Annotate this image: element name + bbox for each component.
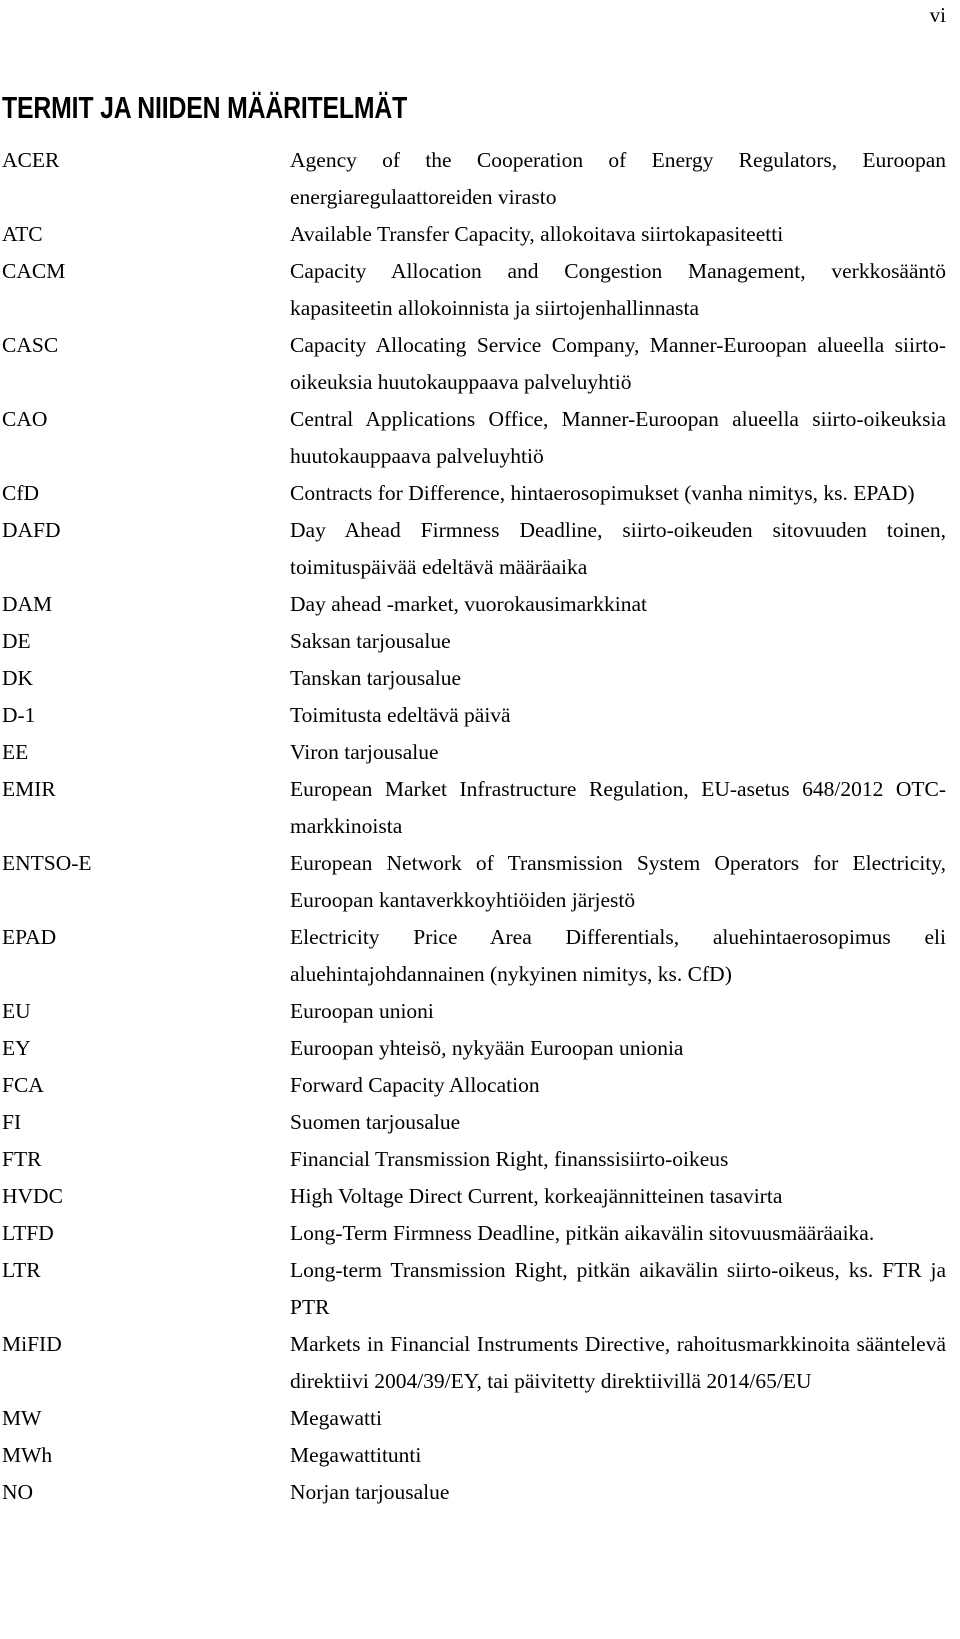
glossary-definition: Central Applications Office, Manner-Euro… [290, 407, 946, 468]
glossary-entry: CASC Capacity Allocating Service Company,… [2, 327, 946, 401]
glossary-term: HVDC [2, 1184, 63, 1208]
glossary-entry: CACM Capacity Allocation and Congestion M… [2, 253, 946, 327]
glossary-definition: Euroopan unioni [290, 999, 434, 1023]
glossary-term: D-1 [2, 703, 36, 727]
glossary-entry: DE Saksan tarjousalue [2, 623, 946, 660]
glossary-definition: Electricity Price Area Differentials, al… [290, 925, 946, 986]
glossary-term: NO [2, 1480, 34, 1504]
glossary-definition: Financial Transmission Right, finanssisi… [290, 1147, 729, 1171]
glossary-entry: EY Euroopan yhteisö, nykyään Euroopan uni… [2, 1030, 946, 1067]
glossary-entry: LTFD Long-Term Firmness Deadline, pitkän … [2, 1215, 946, 1252]
glossary-term: ACER [2, 148, 60, 172]
glossary-term: MW [2, 1406, 42, 1430]
glossary-definition: Viron tarjousalue [290, 740, 439, 764]
glossary-entry: ENTSO-E European Network of Transmission … [2, 845, 946, 919]
glossary-term: DK [2, 666, 34, 690]
glossary-entry: MW Megawatti [2, 1400, 946, 1437]
glossary-term: EMIR [2, 777, 56, 801]
glossary-entry: HVDC High Voltage Direct Current, korkeaj… [2, 1178, 946, 1215]
glossary-definition: Toimitusta edeltävä päivä [290, 703, 511, 727]
glossary-definition: Agency of the Cooperation of Energy Regu… [290, 148, 946, 209]
glossary-term: EPAD [2, 925, 57, 949]
glossary-entry: EMIR European Market Infrastructure Regul… [2, 771, 946, 845]
page-number: vi [929, 3, 946, 27]
glossary-definition: Saksan tarjousalue [290, 629, 451, 653]
glossary-term: CACM [2, 259, 66, 283]
glossary-term: ENTSO-E [2, 851, 92, 875]
glossary-definition: Megawatti [290, 1406, 382, 1430]
glossary-entry: CfD Contracts for Difference, hintaerosop… [2, 475, 946, 512]
glossary-entry: DK Tanskan tarjousalue [2, 660, 946, 697]
glossary-definition: Contracts for Difference, hintaerosopimu… [290, 481, 915, 505]
glossary-entry: EE Viron tarjousalue [2, 734, 946, 771]
glossary-term: EY [2, 1036, 31, 1060]
glossary-term: EU [2, 999, 31, 1023]
glossary-entry: NO Norjan tarjousalue [2, 1474, 946, 1511]
glossary-entry: EU Euroopan unioni [2, 993, 946, 1030]
glossary-entry: CAO Central Applications Office, Manner-E… [2, 401, 946, 475]
glossary-definition: Day ahead -market, vuorokausimarkkinat [290, 592, 648, 616]
glossary-entry: DAM Day ahead -market, vuorokausimarkkina… [2, 586, 946, 623]
glossary-definition: Capacity Allocating Service Company, Man… [290, 333, 946, 394]
glossary-definition: Available Transfer Capacity, allokoitava… [290, 222, 784, 246]
glossary-entry: EPAD Electricity Price Area Differentials… [2, 919, 946, 993]
glossary-term: CASC [2, 333, 59, 357]
glossary-definition: Euroopan yhteisö, nykyään Euroopan union… [290, 1036, 684, 1060]
glossary-entry: ACER Agency of the Cooperation of Energy … [2, 142, 946, 216]
glossary-definition: Tanskan tarjousalue [290, 666, 462, 690]
glossary-term: CAO [2, 407, 48, 431]
glossary-definition: European Network of Transmission System … [290, 851, 946, 912]
glossary-term: MWh [2, 1443, 53, 1467]
glossary-definition: Long-Term Firmness Deadline, pitkän aika… [290, 1221, 875, 1245]
glossary-definition: Capacity Allocation and Congestion Manag… [290, 259, 946, 320]
glossary-entry: MiFID Markets in Financial Instruments Di… [2, 1326, 946, 1400]
glossary-entry: DAFD Day Ahead Firmness Deadline, siirto-… [2, 512, 946, 586]
glossary-definition: Norjan tarjousalue [290, 1480, 450, 1504]
glossary-term: LTR [2, 1258, 41, 1282]
page-title: TERMIT JA NIIDEN MÄÄRITELMÄT [2, 89, 408, 125]
glossary-definition: Forward Capacity Allocation [290, 1073, 540, 1097]
glossary-definition: High Voltage Direct Current, korkeajänni… [290, 1184, 783, 1208]
glossary-term: LTFD [2, 1221, 54, 1245]
glossary-entry: D-1 Toimitusta edeltävä päivä [2, 697, 946, 734]
glossary-entry: FTR Financial Transmission Right, finanss… [2, 1141, 946, 1178]
glossary-entry: ATC Available Transfer Capacity, allokoit… [2, 216, 946, 253]
glossary-term: ATC [2, 222, 43, 246]
glossary-definition: Megawattitunti [290, 1443, 422, 1467]
document-page: vi TERMIT JA NIIDEN MÄÄRITELMÄT ACER Agen… [0, 0, 960, 1639]
glossary-term: CfD [2, 481, 40, 505]
glossary-term: EE [2, 740, 29, 764]
glossary-term: DAM [2, 592, 53, 616]
glossary-term: FI [2, 1110, 22, 1134]
glossary-term: DAFD [2, 518, 61, 542]
glossary-entry: MWh Megawattitunti [2, 1437, 946, 1474]
glossary-entry: LTR Long-term Transmission Right, pitkän … [2, 1252, 946, 1326]
glossary-term: FCA [2, 1073, 44, 1097]
glossary-term: DE [2, 629, 31, 653]
glossary-definition: European Market Infrastructure Regulatio… [290, 777, 946, 838]
glossary-definition: Suomen tarjousalue [290, 1110, 461, 1134]
glossary-term: MiFID [2, 1332, 62, 1356]
glossary-definition: Day Ahead Firmness Deadline, siirto-oike… [290, 518, 946, 579]
glossary-definition: Markets in Financial Instruments Directi… [290, 1332, 946, 1393]
glossary-entry: FCA Forward Capacity Allocation [2, 1067, 946, 1104]
glossary-definition: Long-term Transmission Right, pitkän aik… [290, 1258, 946, 1319]
glossary-entry: FI Suomen tarjousalue [2, 1104, 946, 1141]
glossary-list: ACER Agency of the Cooperation of Energy … [2, 142, 946, 1511]
glossary-term: FTR [2, 1147, 42, 1171]
